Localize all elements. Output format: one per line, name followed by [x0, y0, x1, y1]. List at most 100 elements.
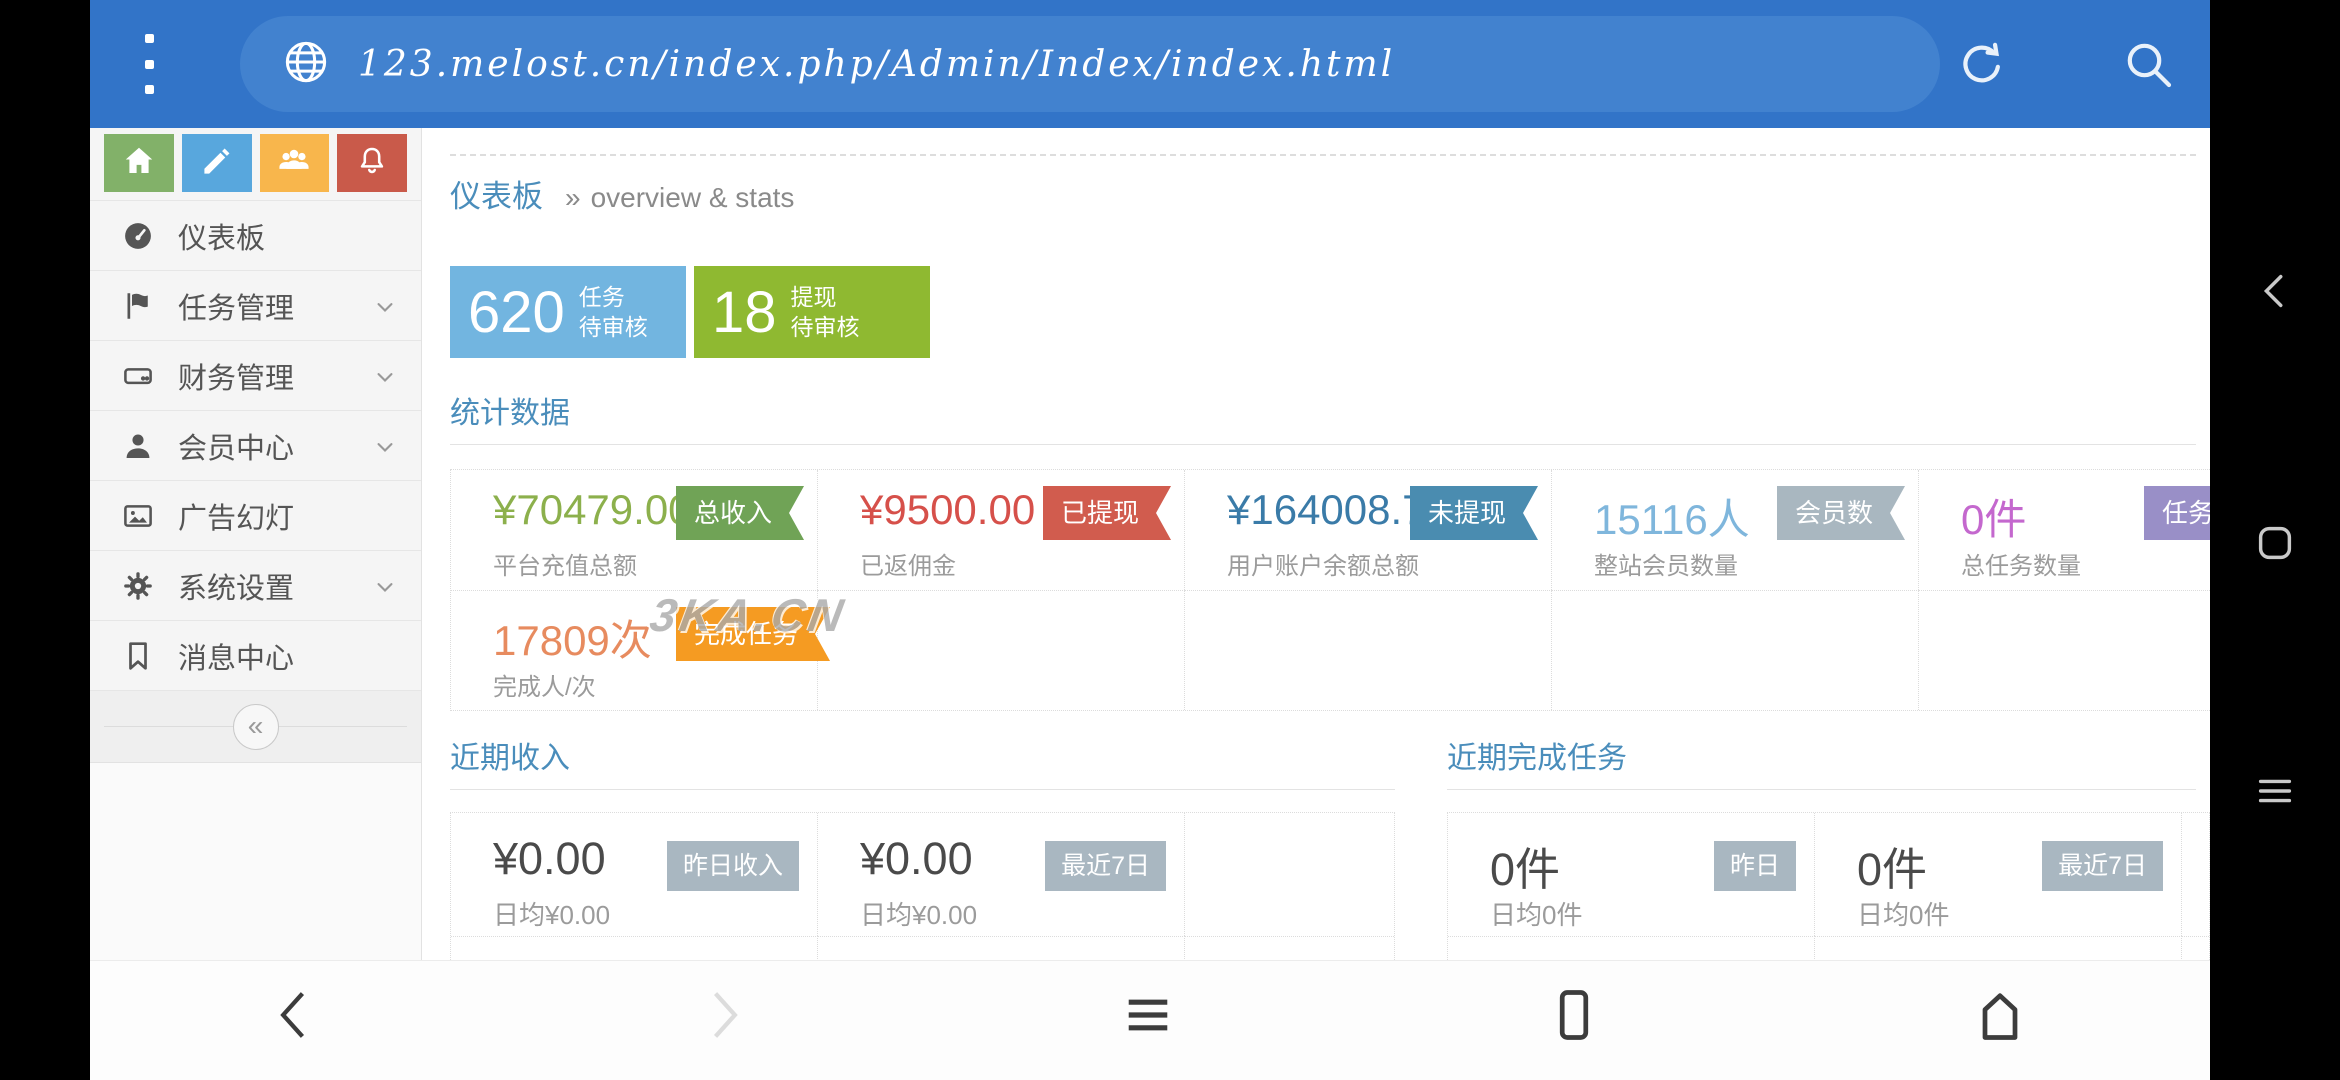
sidebar-item-label: 仪表板 — [178, 222, 266, 255]
side-recents-button[interactable] — [2252, 520, 2298, 566]
income-card-yesterday: ¥0.00 昨日收入 日均¥0.00 — [451, 813, 818, 936]
sidebar-item-label: 财务管理 — [178, 362, 295, 395]
stat-card-withdrawn: ¥9500.00 已提现 已返佣金 — [818, 470, 1185, 590]
gear-icon — [120, 568, 156, 604]
sidebar-item-label: 任务管理 — [178, 292, 295, 325]
tasks-value: 0件 — [1857, 844, 1928, 895]
image-icon — [120, 498, 156, 534]
income-card-clipped: ¥0.00 昨日收入 — [451, 936, 818, 960]
stat-card-total-tasks: 0件 任务数 总任务数量 — [1919, 470, 2210, 590]
stat-label: 完成人/次 — [493, 674, 596, 701]
back-button[interactable] — [266, 985, 326, 1045]
tasks-value: 0件 — [1490, 844, 1561, 895]
pending-tasks-count: 620 — [468, 279, 565, 345]
quick-buttons — [90, 128, 421, 200]
stat-card-members: 15116人 会员数 整站会员数量 — [1552, 470, 1919, 590]
tasks-card-7days: 0件 最近7日 日均0件 — [1815, 813, 2182, 936]
tasks-badge: 最近7日 — [2042, 841, 2163, 891]
empty-cell — [818, 590, 1185, 710]
income-sub: 日均¥0.00 — [860, 900, 978, 930]
divider — [1447, 789, 2196, 790]
sidebar-item-banners[interactable]: 广告幻灯 — [90, 481, 421, 551]
box-line2: 待审核 — [578, 314, 648, 340]
sidebar-item-messages[interactable]: 消息中心 — [90, 621, 421, 691]
stat-value: ¥164008.7 — [1227, 486, 1426, 533]
side-menu-button[interactable] — [2252, 768, 2298, 814]
main-content: 仪表板 » overview & stats 620 任务 待审核 18 提现 … — [422, 128, 2210, 960]
sidebar-collapse-row: « — [90, 691, 421, 763]
side-nav-strip — [2210, 0, 2340, 1080]
tasks-card-yesterday: 0件 昨日 日均0件 — [1448, 813, 1815, 936]
sidebar-item-dashboard[interactable]: 仪表板 — [90, 201, 421, 271]
income-card-clipped — [818, 936, 1185, 960]
empty-cell — [1185, 590, 1552, 710]
forward-button[interactable] — [692, 985, 752, 1045]
stat-badge: 会员数 — [1777, 486, 1905, 540]
recent-tasks-section: 近期完成任务 0件 昨日 日均0件 0件 最近7日 日均0件 — [1447, 739, 2210, 960]
stat-card-unwithdrawn: ¥164008.7 未提现 用户账户余额总额 — [1185, 470, 1552, 590]
stat-badge: 总收入 — [676, 486, 804, 540]
stats-section-title: 统计数据 — [450, 397, 570, 430]
stat-badge: 已提现 — [1043, 486, 1171, 540]
recent-income-grid: ¥0.00 昨日收入 日均¥0.00 ¥0.00 最近7日 日均¥0.00 ¥0… — [450, 812, 1395, 960]
notifications-quick-button[interactable] — [337, 134, 407, 192]
chevron-down-icon — [371, 433, 399, 461]
sidebar-item-tasks[interactable]: 任务管理 — [90, 271, 421, 341]
recent-sections: 近期收入 ¥0.00 昨日收入 日均¥0.00 ¥0.00 最近7日 日均¥0.… — [450, 739, 2210, 960]
refresh-icon[interactable] — [1954, 36, 2010, 92]
bell-icon — [354, 143, 390, 184]
tasks-sub: 日均0件 — [1857, 900, 1950, 930]
edit-quick-button[interactable] — [181, 134, 252, 192]
bookmark-icon — [120, 638, 156, 674]
browser-menu-button[interactable] — [134, 34, 164, 94]
recent-tasks-title: 近期完成任务 — [1447, 742, 1627, 775]
stat-card-completed: 17809次 完成任务 完成人/次 — [451, 590, 818, 710]
home-button[interactable] — [1970, 985, 2030, 1045]
admin-app: 仪表板 任务管理 财务管理 会员中心 广告幻灯 系统设置 消息中心 « 仪表板 … — [90, 128, 2210, 1080]
url-text: 123.melost.cn/index.php/Admin/Index/inde… — [358, 43, 1396, 85]
chevron-down-icon — [371, 293, 399, 321]
sidebar-item-finance[interactable]: 财务管理 — [90, 341, 421, 411]
browser-bottom-bar — [90, 960, 2210, 1080]
empty-cell — [2182, 936, 2209, 960]
tasks-badge: 昨日 — [1713, 841, 1796, 891]
stat-value: 0件 — [1961, 496, 2027, 543]
stat-value: 15116人 — [1594, 496, 1750, 543]
empty-cell — [2182, 813, 2209, 936]
home-icon — [121, 143, 157, 184]
box-line2: 待审核 — [790, 314, 860, 340]
stats-grid: ¥70479.00 总收入 平台充值总额 ¥9500.00 已提现 已返佣金 ¥… — [450, 469, 2210, 711]
phone-screen: 123.melost.cn/index.php/Admin/Index/inde… — [0, 0, 2340, 1080]
empty-cell — [1552, 590, 1919, 710]
tasks-sub: 日均0件 — [1490, 900, 1583, 930]
stat-value: ¥9500.00 — [860, 486, 1036, 533]
address-bar[interactable]: 123.melost.cn/index.php/Admin/Index/inde… — [240, 16, 1940, 112]
sidebar-item-members[interactable]: 会员中心 — [90, 411, 421, 481]
users-quick-button[interactable] — [259, 134, 330, 192]
users-icon — [275, 142, 313, 185]
income-value: ¥0.00 — [493, 833, 606, 884]
empty-cell — [1919, 590, 2210, 710]
stat-badge: 任务数 — [2144, 486, 2210, 540]
page-title[interactable]: 仪表板 — [450, 176, 543, 218]
sidebar-item-settings[interactable]: 系统设置 — [90, 551, 421, 621]
pending-withdrawals-box[interactable]: 18 提现 待审核 — [694, 266, 930, 358]
globe-icon — [280, 36, 332, 93]
breadcrumb: 仪表板 » overview & stats — [450, 154, 2196, 242]
pending-tasks-box[interactable]: 620 任务 待审核 — [450, 266, 686, 358]
stat-label: 用户账户余额总额 — [1227, 553, 1419, 580]
income-badge: 最近7日 — [1045, 841, 1166, 891]
stat-label: 总任务数量 — [1961, 553, 2081, 580]
tabs-button[interactable] — [1544, 985, 1604, 1045]
stat-label: 已返佣金 — [860, 553, 956, 580]
tasks-card-clipped: 0件 昨日 — [1448, 936, 1815, 960]
collapse-sidebar-button[interactable]: « — [232, 703, 279, 750]
search-icon[interactable] — [2120, 36, 2176, 92]
menu-button[interactable] — [1118, 985, 1178, 1045]
box-line1: 任务 — [578, 284, 625, 310]
sidebar: 仪表板 任务管理 财务管理 会员中心 广告幻灯 系统设置 消息中心 « — [90, 128, 422, 1080]
breadcrumb-separator: » — [565, 182, 581, 213]
side-back-button[interactable] — [2252, 268, 2298, 314]
home-quick-button[interactable] — [104, 134, 174, 192]
recent-income-section: 近期收入 ¥0.00 昨日收入 日均¥0.00 ¥0.00 最近7日 日均¥0.… — [450, 739, 1395, 960]
